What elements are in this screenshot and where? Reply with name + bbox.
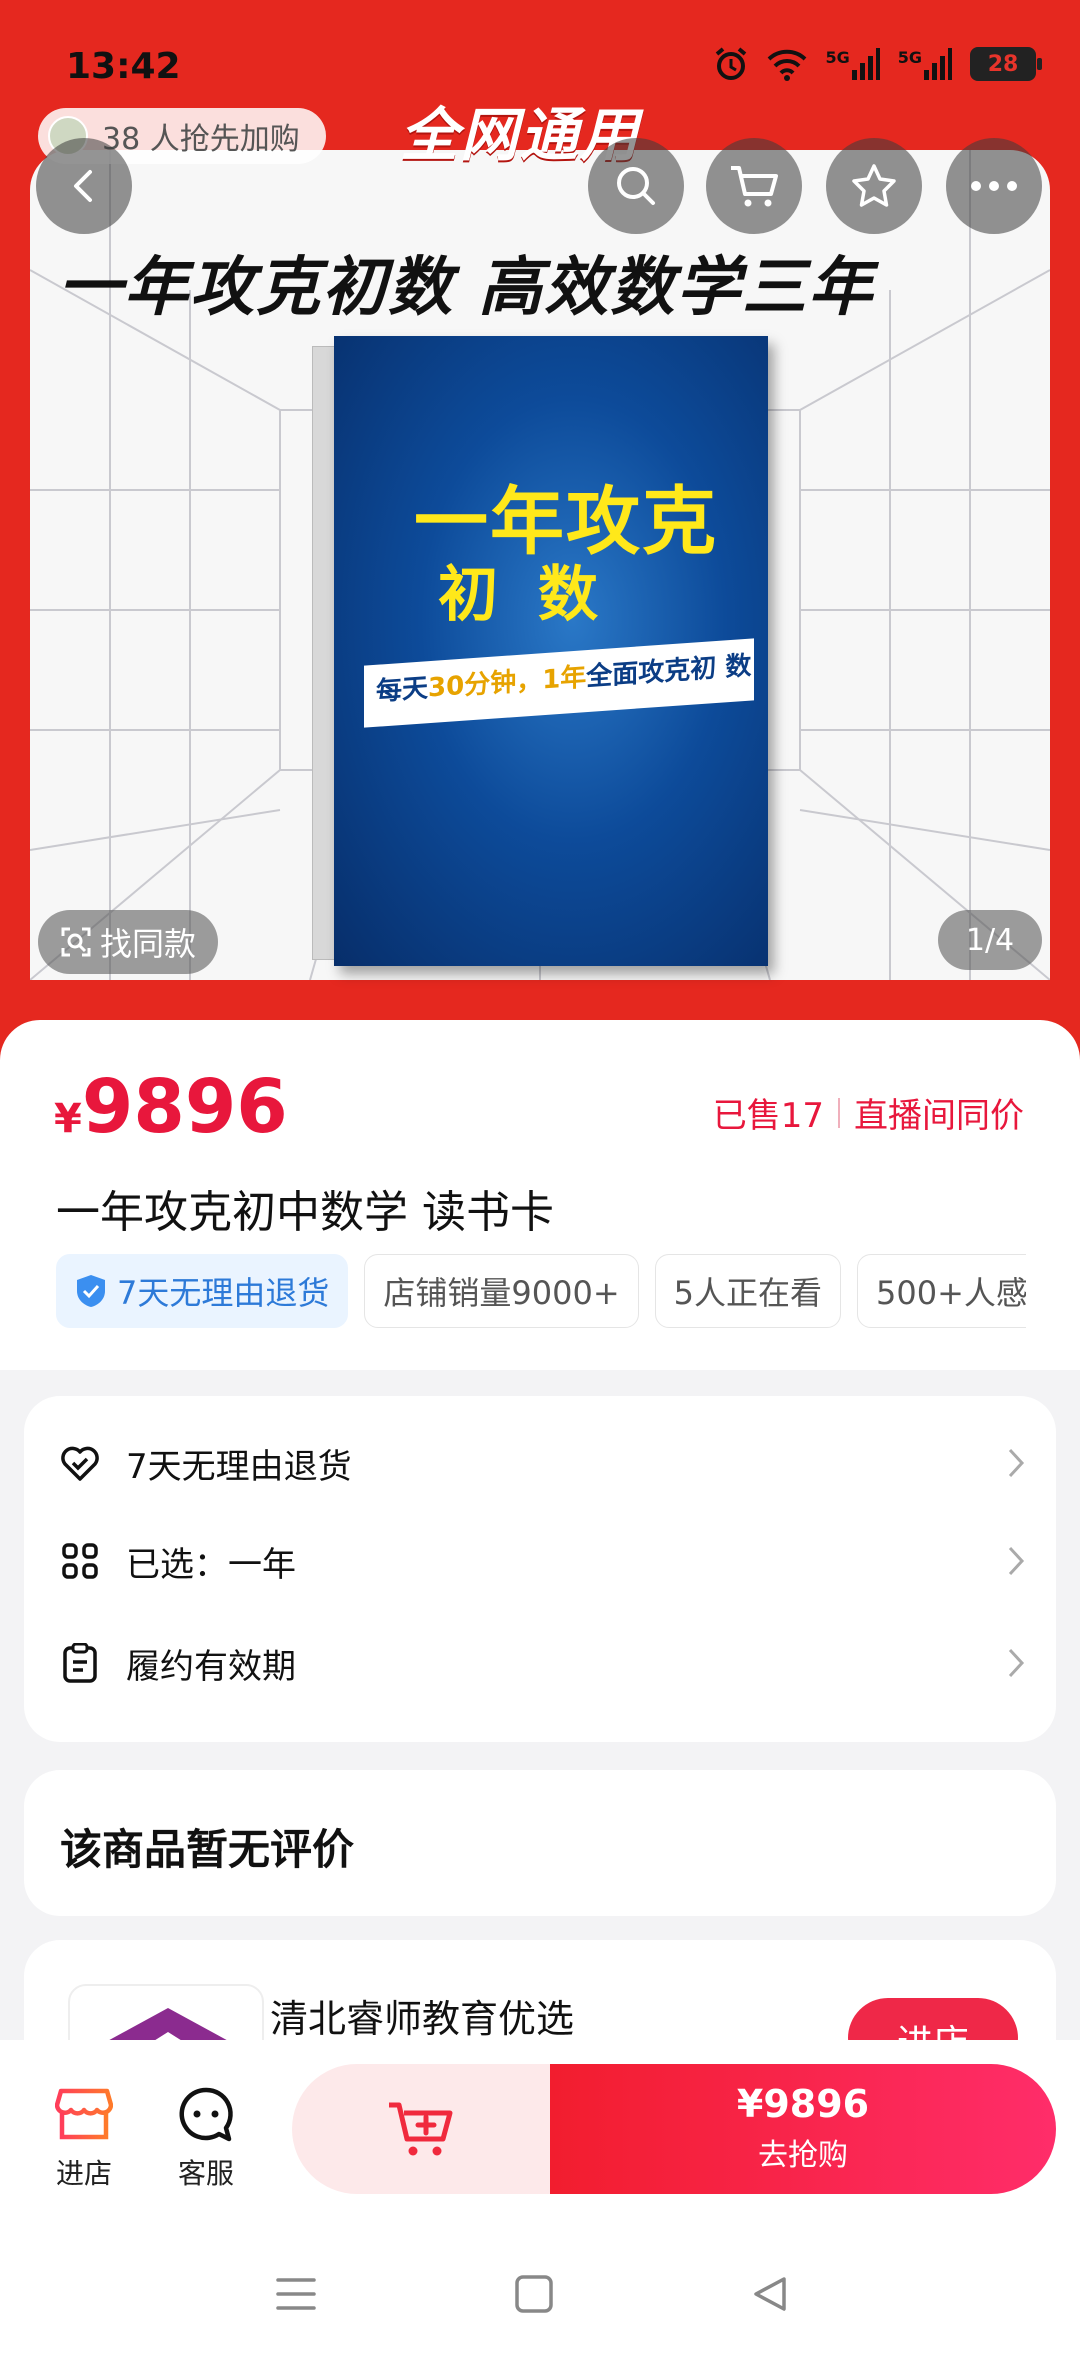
buy-now-button[interactable]: ¥9896 去抢购 [550, 2064, 1056, 2194]
signal-bars-icon [924, 48, 952, 80]
product-tags[interactable]: 7天无理由退货 店铺销量9000+ 5人正在看 500+人感 [56, 1254, 1026, 1330]
add-cart-icon [389, 2102, 453, 2156]
product-title: 一年攻克初中数学 读书卡 [56, 1187, 554, 1238]
customer-service-button[interactable]: 客服 [156, 2084, 256, 2192]
status-time: 13:42 [66, 46, 181, 87]
tag-return-policy[interactable]: 7天无理由退货 [56, 1254, 349, 1328]
back-triangle-icon [754, 2277, 786, 2311]
product-price: ¥9896 [54, 1064, 288, 1150]
chevron-right-icon [1008, 1448, 1025, 1478]
back-nav-button[interactable] [740, 2264, 800, 2324]
buyers-text: 38 人抢先加购 [102, 122, 300, 157]
home-square-icon [515, 2275, 553, 2313]
grid-icon [60, 1541, 100, 1581]
row-selected-option[interactable]: 已选：一年 [24, 1516, 1056, 1606]
clipboard-icon [60, 1643, 100, 1683]
page-indicator: 1/4 [938, 910, 1042, 970]
cart-button[interactable] [706, 138, 802, 234]
cart-icon [731, 166, 778, 207]
home-nav-button[interactable] [504, 2264, 564, 2324]
chevron-right-icon [1008, 1546, 1025, 1576]
sales-info: 已售17 直播间同价 [713, 1088, 1024, 1137]
hero-headline: 一年攻克初数 高效数学三年 [58, 251, 875, 325]
row-validity[interactable]: 履约有效期 [24, 1618, 1056, 1708]
shop-name: 清北睿师教育优选 [270, 1997, 575, 2041]
system-nav-bar [0, 2224, 1080, 2354]
signal-icon-2: 5G [898, 48, 952, 80]
menu-icon [276, 2278, 316, 2310]
book-cover-image: 一年攻克 初数 每天30分钟，1年全面攻克初 数 [312, 336, 768, 966]
wifi-icon [768, 49, 807, 81]
service-info-card: 7天无理由退货 已选：一年 履约有效期 [24, 1396, 1056, 1742]
currency-symbol: ¥ [54, 1096, 82, 1142]
tag-interested[interactable]: 500+人感 [857, 1254, 1026, 1328]
search-button[interactable] [588, 138, 684, 234]
tag-shop-sales[interactable]: 店铺销量9000+ [364, 1254, 639, 1328]
row-label: 已选：一年 [126, 1544, 296, 1585]
signal-icon: 5G [825, 48, 880, 80]
book-tag-prefix: 每天 [376, 673, 429, 708]
divider [838, 1097, 840, 1128]
no-reviews-text: 该商品暂无评价 [60, 1825, 355, 1874]
more-button[interactable] [946, 138, 1042, 234]
buy-label: 去抢购 [758, 2138, 848, 2173]
back-button[interactable] [36, 138, 132, 234]
status-bar: 13:42 5G 5G 28 [0, 0, 1080, 90]
status-icons: 5G 5G 28 [713, 46, 1042, 82]
chevron-right-icon [1008, 1648, 1025, 1678]
tag-viewers[interactable]: 5人正在看 [654, 1254, 842, 1328]
chat-icon [156, 2084, 256, 2146]
store-label: 进店 [55, 2157, 112, 2190]
book-subtitle: 初数 [438, 560, 638, 630]
service-label: 客服 [177, 2157, 234, 2190]
book-cover: 一年攻克 初数 每天30分钟，1年全面攻克初 数 [334, 336, 768, 966]
heart-shield-icon [60, 1443, 100, 1483]
add-to-cart-button[interactable] [292, 2064, 550, 2194]
signal-label: 5G [825, 48, 850, 67]
scan-search-icon [61, 927, 91, 957]
store-button[interactable]: 进店 [34, 2084, 134, 2192]
sold-count: 已售17 [712, 1096, 824, 1136]
find-same-label: 找同款 [100, 925, 197, 963]
price-card: ¥9896 已售17 直播间同价 一年攻克初中数学 读书卡 7天无理由退货 店铺… [0, 1020, 1080, 1370]
bottom-action-bar: 进店 客服 ¥9896 去抢购 [0, 2040, 1080, 2224]
buy-price: ¥9896 [736, 2082, 870, 2126]
live-price-badge: 直播间同价 [854, 1096, 1024, 1136]
signal-label-2: 5G [897, 48, 922, 67]
reviews-card[interactable]: 该商品暂无评价 [24, 1770, 1056, 1916]
purchase-buttons: ¥9896 去抢购 [292, 2064, 1056, 2194]
signal-bars-icon [851, 48, 880, 80]
star-icon [852, 164, 896, 207]
battery-level: 28 [987, 51, 1019, 77]
price-value: 9896 [81, 1064, 288, 1150]
menu-nav-button[interactable] [266, 2264, 326, 2324]
shield-check-icon [77, 1275, 105, 1307]
row-return-policy[interactable]: 7天无理由退货 [24, 1418, 1056, 1508]
row-label: 7天无理由退货 [126, 1446, 352, 1487]
search-icon [617, 167, 655, 205]
store-icon [34, 2084, 134, 2146]
tag-label: 7天无理由退货 [117, 1274, 330, 1312]
row-label: 履约有效期 [126, 1646, 296, 1687]
alarm-icon [716, 47, 747, 80]
favorite-button[interactable] [826, 138, 922, 234]
more-icon [971, 181, 1017, 191]
chevron-left-icon [74, 170, 92, 202]
battery-icon: 28 [970, 47, 1042, 81]
product-image-carousel[interactable]: 全网通用 一年攻克初数 高效数学三年 一年攻克 初数 每天30分钟，1年全面攻克… [0, 0, 1080, 1060]
find-same-button[interactable]: 找同款 [38, 910, 219, 974]
